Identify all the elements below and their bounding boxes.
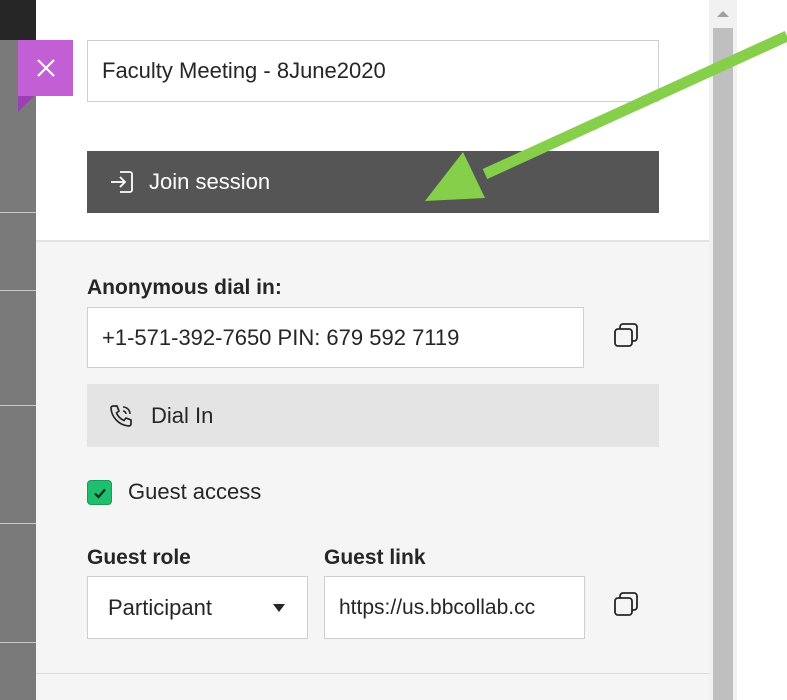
close-button[interactable] [18,40,73,96]
guest-role-heading: Guest role [87,546,191,569]
background-divider [0,523,36,524]
background-divider [0,405,36,406]
dial-in-number-field[interactable]: +1-571-392-7650 PIN: 679 592 7119 [87,307,584,368]
session-name-field[interactable]: Faculty Meeting - 8June2020 [87,40,659,102]
guest-access-label: Guest access [128,479,262,504]
background-divider [0,290,36,291]
panel-divider [36,240,709,242]
guest-role-value: Participant [108,594,212,620]
dial-in-heading: Anonymous dial in: [87,276,282,299]
background-divider [0,212,36,213]
dial-in-button[interactable]: Dial In [87,384,659,447]
background-gray-panel [0,40,36,700]
panel-divider [36,673,709,674]
copy-icon[interactable] [612,590,642,620]
close-button-tab [18,96,34,112]
check-icon [93,488,106,499]
copy-icon[interactable] [612,321,642,351]
join-session-button[interactable]: Join session [87,151,659,213]
session-name-value: Faculty Meeting - 8June2020 [102,58,386,83]
scroll-up-icon[interactable] [712,4,734,22]
background-dark-bar [0,0,36,40]
guest-access-checkbox[interactable] [87,480,112,505]
dial-in-number: +1-571-392-7650 PIN: 679 592 7119 [102,324,460,350]
guest-role-select[interactable]: Participant [87,576,308,639]
phone-icon [110,404,132,427]
guest-link-heading: Guest link [324,546,426,569]
background-divider [0,642,36,643]
sign-in-icon [111,171,133,193]
dial-in-label: Dial In [151,402,214,428]
guest-link-value: https://us.bbcollab.cc [339,595,536,619]
join-session-label: Join session [149,169,271,194]
guest-link-field[interactable]: https://us.bbcollab.cc [324,576,585,639]
chevron-down-icon [273,604,285,612]
close-icon [36,59,55,77]
scrollbar-thumb[interactable] [713,28,733,700]
